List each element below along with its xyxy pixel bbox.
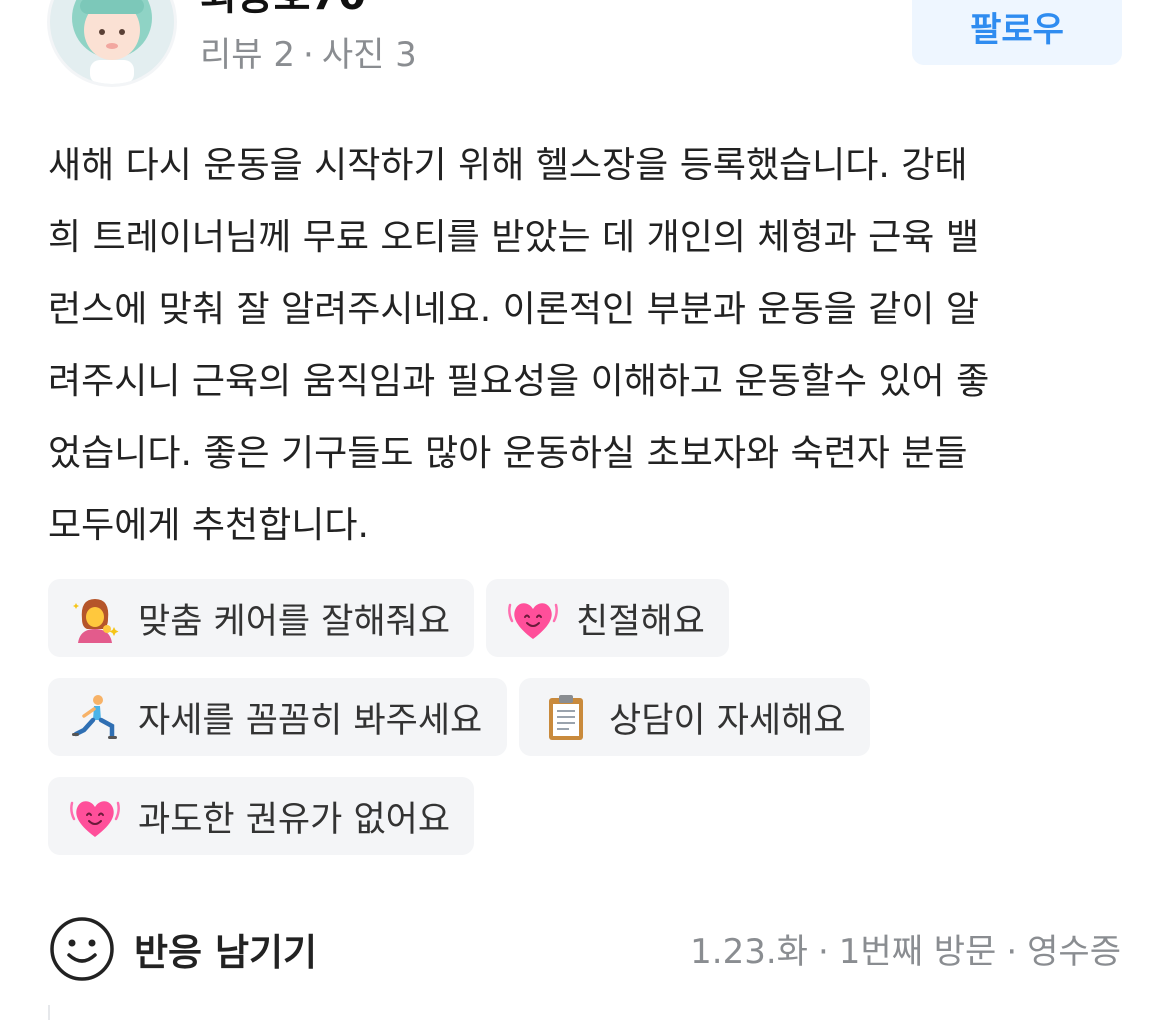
user-stats: 리뷰 2 · 사진 3 — [200, 34, 417, 76]
review-line: 런스에 맞춰 잘 알려주시네요. 이론적인 부분과 운동을 같이 알 — [48, 289, 979, 330]
keyword-label: 친절해요 — [576, 601, 705, 642]
keyword-chip[interactable]: 과도한 권유가 없어요 — [48, 777, 474, 855]
review-line: 려주시니 근육의 움직임과 필요성을 이해하고 운동할수 있어 좋 — [48, 361, 990, 402]
clipboard-icon — [549, 695, 583, 740]
visit-date: 1.23.화 — [690, 932, 808, 972]
photo-count: 사진 3 — [321, 35, 417, 75]
smiley-face-icon — [50, 917, 114, 981]
divider — [48, 1005, 50, 1020]
lunging-person-icon — [72, 695, 117, 739]
meta-separator: · — [1006, 932, 1018, 972]
review-card: 최승호70 리뷰 2·사진 3 팔로우 새해 다시 운동을 시작하기 위해 헬스… — [0, 0, 1161, 1020]
follow-button[interactable]: 팔로우 — [912, 0, 1122, 65]
keyword-label: 상담이 자세해요 — [609, 700, 846, 741]
leave-reaction-button[interactable]: 반응 남기기 — [48, 914, 317, 984]
keyword-label: 과도한 권유가 없어요 — [138, 799, 451, 840]
visit-count: 1번째 방문 — [838, 932, 997, 972]
stats-separator: · — [303, 35, 314, 75]
beating-heart-icon — [70, 801, 120, 837]
keyword-chip[interactable]: 상담이 자세해요 — [519, 678, 870, 756]
username[interactable]: 최승호70 — [200, 0, 366, 18]
review-text: 새해 다시 운동을 시작하기 위해 헬스장을 등록했습니다. 강태 희 트레이너… — [48, 130, 1120, 562]
review-line: 었습니다. 좋은 기구들도 많아 운동하실 초보자와 숙련자 분들 — [48, 433, 968, 474]
reaction-label: 반응 남기기 — [134, 931, 318, 974]
review-count: 리뷰 2 — [200, 35, 295, 75]
keyword-label: 자세를 꼼꼼히 봐주세요 — [138, 700, 483, 741]
avatar[interactable] — [50, 0, 174, 84]
keyword-chip[interactable]: 친절해요 — [486, 579, 729, 657]
review-line: 희 트레이너님께 무료 오티를 받았는 데 개인의 체형과 근육 밸 — [48, 217, 979, 258]
woman-tipping-hand-icon — [73, 599, 119, 643]
review-line: 새해 다시 운동을 시작하기 위해 헬스장을 등록했습니다. 강태 — [48, 145, 968, 186]
user-avatar-icon — [50, 0, 174, 84]
review-line: 모두에게 추천합니다. — [48, 505, 369, 546]
beating-heart-icon — [508, 603, 558, 639]
keyword-chip[interactable]: 자세를 꼼꼼히 봐주세요 — [48, 678, 507, 756]
visit-meta: 1.23.화 · 1번째 방문 · 영수증 — [690, 924, 1121, 973]
receipt-badge: 영수증 — [1027, 932, 1121, 972]
keyword-chip[interactable]: 맞춤 케어를 잘해줘요 — [48, 579, 474, 657]
meta-separator: · — [817, 932, 829, 972]
keyword-label: 맞춤 케어를 잘해줘요 — [138, 601, 451, 642]
